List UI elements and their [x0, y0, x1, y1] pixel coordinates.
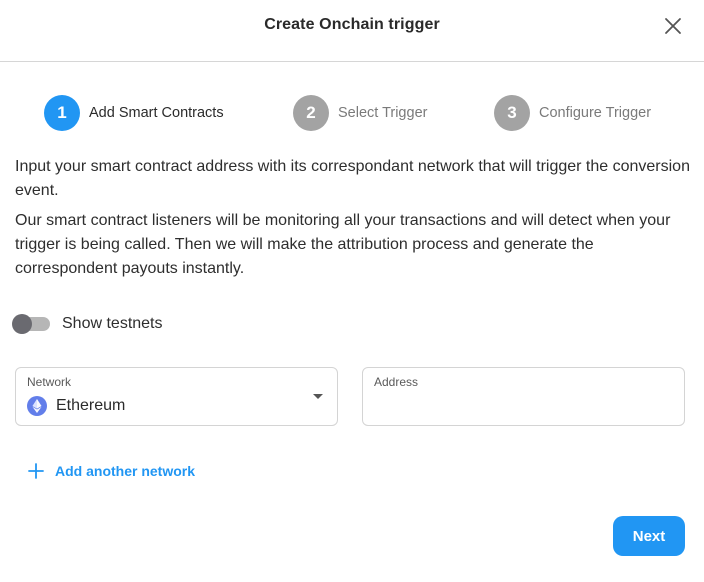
- toggle-label: Show testnets: [62, 315, 163, 332]
- step-number: 3: [494, 95, 530, 131]
- show-testnets-toggle[interactable]: Show testnets: [12, 312, 163, 336]
- stepper: 1 Add Smart Contracts 2 Select Trigger 3…: [44, 95, 664, 131]
- address-field[interactable]: Address: [362, 367, 685, 426]
- plus-icon: [28, 463, 44, 479]
- dialog-title: Create Onchain trigger: [264, 16, 440, 33]
- network-selected-value[interactable]: Ethereum: [27, 395, 125, 417]
- add-another-network-button[interactable]: Add another network: [28, 461, 195, 481]
- chevron-down-icon[interactable]: [313, 394, 323, 399]
- network-field-label: Network: [27, 375, 72, 389]
- step-configure-trigger: 3 Configure Trigger: [494, 95, 651, 131]
- step-number: 1: [44, 95, 80, 131]
- step-label: Select Trigger: [338, 105, 428, 121]
- network-value-text: Ethereum: [56, 397, 126, 414]
- description-paragraph: Input your smart contract address with i…: [15, 158, 690, 199]
- step-add-smart-contracts: 1 Add Smart Contracts: [44, 95, 224, 131]
- step-label: Configure Trigger: [539, 105, 652, 121]
- step-number: 2: [293, 95, 329, 131]
- close-icon: [665, 18, 681, 34]
- step-select-trigger: 2 Select Trigger: [293, 95, 427, 131]
- ethereum-icon: [27, 396, 47, 416]
- step-label: Add Smart Contracts: [89, 105, 224, 121]
- address-field-label: Address: [374, 375, 419, 389]
- next-button[interactable]: Next: [613, 516, 685, 556]
- add-network-label: Add another network: [55, 463, 196, 479]
- network-select[interactable]: Network Ethereum: [15, 367, 338, 426]
- toggle-switch[interactable]: [12, 312, 52, 336]
- address-input[interactable]: [373, 392, 673, 418]
- toggle-knob: [12, 314, 32, 334]
- description-paragraph: Our smart contract listeners will be mon…: [15, 212, 671, 277]
- dialog-header: Create Onchain trigger: [0, 0, 704, 62]
- close-button[interactable]: [662, 15, 684, 37]
